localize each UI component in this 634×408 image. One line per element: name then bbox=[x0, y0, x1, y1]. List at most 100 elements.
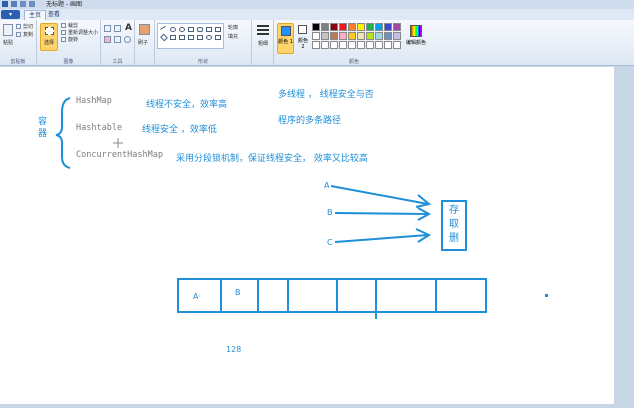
shapes-group: 轮廓 填充 形状 bbox=[155, 20, 252, 66]
copy-button[interactable]: 复制 bbox=[23, 31, 33, 38]
oval-shape-icon[interactable] bbox=[179, 27, 185, 32]
palette-swatch[interactable] bbox=[393, 23, 401, 31]
canvas-workspace: 容 器 HashMap Hashtable ConcurrentHashMap … bbox=[0, 67, 634, 408]
brushes-group: 刷子 bbox=[135, 20, 155, 66]
palette-swatch[interactable] bbox=[348, 41, 356, 49]
polygon-shape-icon[interactable] bbox=[206, 27, 212, 32]
tab-view[interactable]: 查看 bbox=[44, 10, 64, 20]
paste-icon[interactable] bbox=[3, 24, 13, 36]
redo-icon[interactable] bbox=[29, 1, 35, 7]
undo-icon[interactable] bbox=[20, 1, 26, 7]
brushes-button[interactable]: 刷子 bbox=[138, 39, 148, 46]
palette-swatch[interactable] bbox=[339, 32, 347, 40]
thread-a-label: A bbox=[324, 181, 330, 190]
pencil-icon[interactable] bbox=[104, 25, 111, 32]
segment-b-label: B bbox=[235, 288, 241, 297]
edit-colors-button[interactable]: 编辑颜色 bbox=[405, 23, 427, 54]
rounded-rectangle-shape-icon[interactable] bbox=[197, 27, 203, 32]
palette-swatch[interactable] bbox=[312, 41, 320, 49]
arrow-a-line bbox=[330, 185, 429, 205]
resize-icon[interactable] bbox=[61, 30, 66, 35]
paste-button[interactable]: 粘贴 bbox=[3, 39, 13, 46]
palette-swatch[interactable] bbox=[375, 41, 383, 49]
crop-icon[interactable] bbox=[61, 23, 66, 28]
arrow-a-head bbox=[415, 194, 432, 208]
palette-swatch[interactable] bbox=[357, 41, 365, 49]
select-label: 选择 bbox=[43, 40, 54, 46]
palette-swatch[interactable] bbox=[339, 23, 347, 31]
ribbon-tabs: ▾ 主页 查看 bbox=[0, 9, 634, 20]
palette-swatch[interactable] bbox=[357, 23, 365, 31]
palette-swatch[interactable] bbox=[330, 23, 338, 31]
rotate-button[interactable]: 旋转 bbox=[68, 36, 78, 43]
star-shape-icon[interactable] bbox=[197, 35, 203, 40]
segment-array bbox=[177, 278, 487, 313]
drawing-canvas[interactable]: 容 器 HashMap Hashtable ConcurrentHashMap … bbox=[0, 67, 614, 404]
triangle-shape-icon[interactable] bbox=[215, 27, 221, 32]
color-picker-icon[interactable] bbox=[114, 36, 121, 43]
arrow-c-line bbox=[334, 234, 429, 243]
brush-icon[interactable] bbox=[139, 24, 150, 35]
line-shape-icon[interactable] bbox=[160, 25, 168, 34]
cut-button[interactable]: 剪切 bbox=[23, 23, 33, 30]
palette-swatch[interactable] bbox=[339, 41, 347, 49]
fill-icon[interactable] bbox=[114, 25, 121, 32]
tools-group-label: 工具 bbox=[112, 59, 123, 65]
arrow-shape-icon[interactable] bbox=[188, 35, 194, 40]
arrow-b-line bbox=[334, 212, 429, 215]
pentagon-shape-icon[interactable] bbox=[170, 35, 176, 40]
color1-button[interactable]: 颜色 1 bbox=[277, 23, 294, 54]
palette-swatch[interactable] bbox=[393, 41, 401, 49]
palette-swatch[interactable] bbox=[312, 32, 320, 40]
heart-shape-icon[interactable] bbox=[215, 35, 221, 40]
note-concurrent: 采用分段锁机制，保证线程安全， 效率又比较高 bbox=[176, 154, 368, 164]
palette-swatch[interactable] bbox=[330, 41, 338, 49]
eraser-icon[interactable] bbox=[104, 36, 111, 43]
crop-button[interactable]: 裁剪 bbox=[68, 22, 78, 29]
line-size-icon[interactable] bbox=[257, 25, 269, 37]
multithread-note: 多线程 ， 线程安全与否 bbox=[278, 90, 374, 100]
callout-shape-icon[interactable] bbox=[206, 35, 212, 40]
palette-swatch[interactable] bbox=[330, 32, 338, 40]
palette-swatch[interactable] bbox=[348, 23, 356, 31]
size-button[interactable]: 粗细 bbox=[258, 40, 268, 47]
fill-button[interactable]: 填充 bbox=[228, 33, 238, 40]
palette-swatch[interactable] bbox=[348, 32, 356, 40]
palette-swatch[interactable] bbox=[393, 32, 401, 40]
outline-button[interactable]: 轮廓 bbox=[228, 24, 238, 31]
palette-swatch[interactable] bbox=[321, 23, 329, 31]
palette-swatch[interactable] bbox=[366, 41, 374, 49]
execution-path-note: 程序的多条路径 bbox=[278, 116, 342, 126]
palette-swatch[interactable] bbox=[321, 32, 329, 40]
palette-swatch[interactable] bbox=[375, 32, 383, 40]
palette-swatch[interactable] bbox=[384, 23, 392, 31]
palette-swatch[interactable] bbox=[375, 23, 383, 31]
palette-swatch[interactable] bbox=[357, 32, 365, 40]
diamond-shape-icon[interactable] bbox=[160, 33, 168, 42]
curve-shape-icon[interactable] bbox=[170, 27, 176, 32]
palette-swatch[interactable] bbox=[312, 23, 320, 31]
palette-swatch[interactable] bbox=[384, 32, 392, 40]
color2-button[interactable]: 颜色 2 bbox=[296, 23, 310, 54]
tab-home[interactable]: 主页 bbox=[24, 10, 47, 20]
palette-swatch[interactable] bbox=[366, 23, 374, 31]
save-icon[interactable] bbox=[11, 1, 17, 7]
class-hashtable: Hashtable bbox=[76, 123, 123, 133]
resize-button[interactable]: 重新调整大小 bbox=[68, 29, 98, 36]
palette-swatch[interactable] bbox=[384, 41, 392, 49]
rotate-icon[interactable] bbox=[61, 37, 66, 42]
color-wheel-icon bbox=[410, 25, 422, 37]
hexagon-shape-icon[interactable] bbox=[179, 35, 185, 40]
palette-swatch[interactable] bbox=[366, 32, 374, 40]
title-bar: 无标题 - 画图 bbox=[0, 0, 634, 9]
cut-icon[interactable] bbox=[16, 24, 21, 29]
magnifier-icon[interactable] bbox=[124, 36, 131, 43]
text-tool-icon[interactable]: A bbox=[125, 23, 132, 33]
palette-swatch[interactable] bbox=[321, 41, 329, 49]
copy-icon[interactable] bbox=[16, 32, 21, 37]
select-button[interactable]: 选择 bbox=[40, 23, 58, 51]
rectangle-shape-icon[interactable] bbox=[188, 27, 194, 32]
shapes-gallery[interactable] bbox=[157, 23, 224, 49]
size-group: 粗细 bbox=[252, 20, 274, 66]
file-menu-button[interactable]: ▾ bbox=[1, 10, 20, 19]
